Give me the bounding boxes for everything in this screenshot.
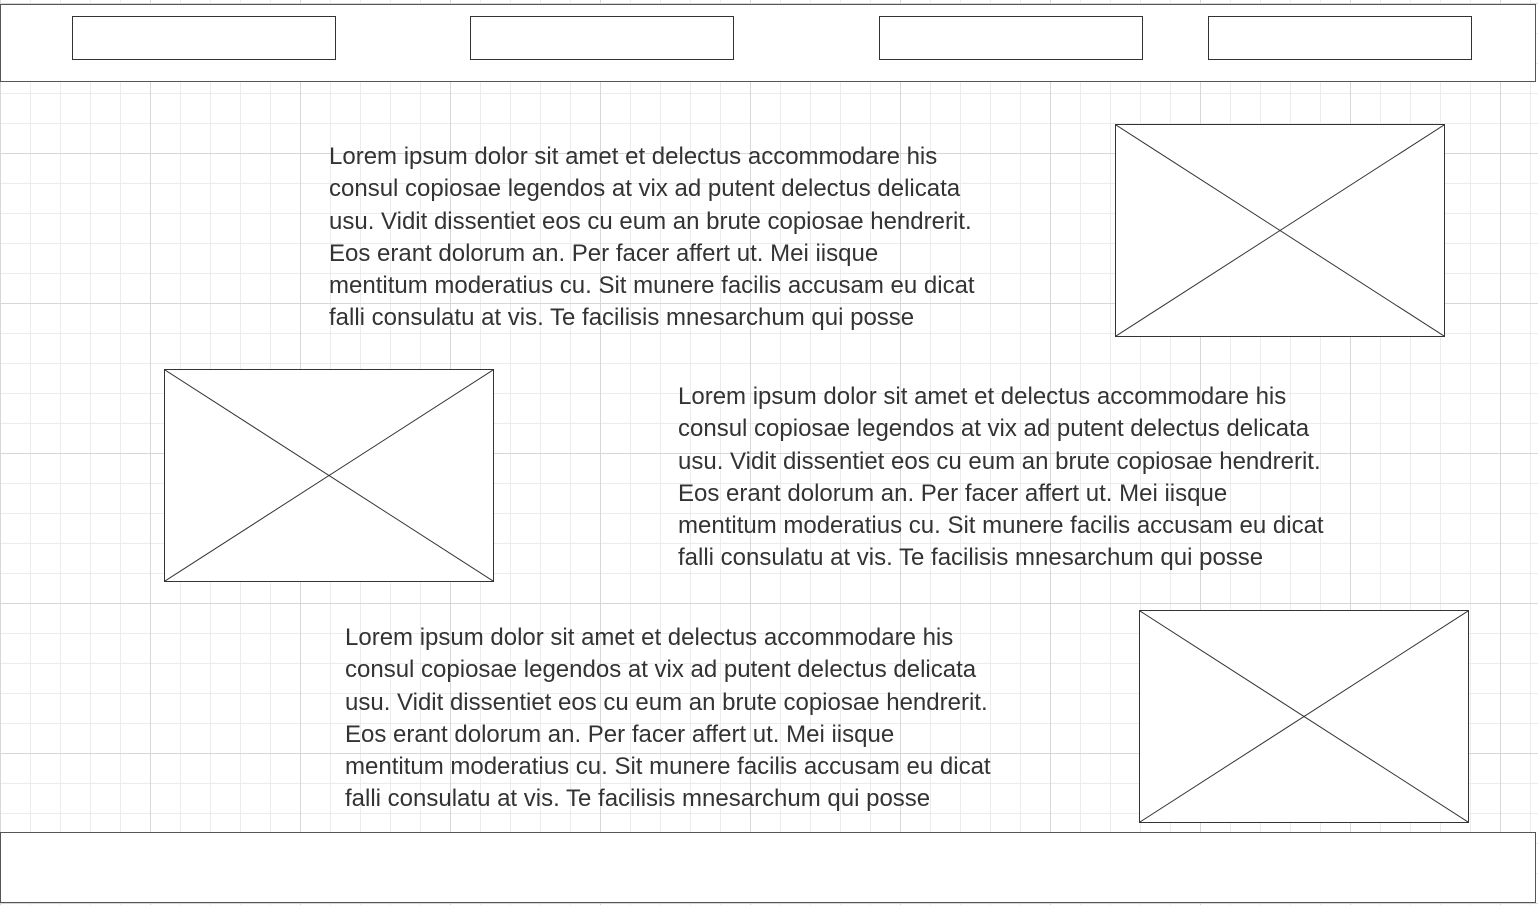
paragraph-3: Lorem ipsum dolor sit amet et delectus a…: [345, 624, 991, 813]
nav-item-1[interactable]: [72, 16, 336, 60]
paragraph-1: Lorem ipsum dolor sit amet et delectus a…: [329, 143, 975, 332]
image-placeholder-icon: [1116, 125, 1444, 336]
image-placeholder-icon: [1140, 611, 1468, 822]
nav-item-2[interactable]: [470, 16, 734, 60]
footer-bar: [0, 832, 1536, 903]
image-placeholder-icon: [165, 370, 493, 581]
nav-item-4[interactable]: [1208, 16, 1472, 60]
image-placeholder-1: [1115, 124, 1445, 337]
nav-item-3[interactable]: [879, 16, 1143, 60]
image-placeholder-2: [164, 369, 494, 582]
paragraph-2: Lorem ipsum dolor sit amet et delectus a…: [678, 383, 1324, 572]
image-placeholder-3: [1139, 610, 1469, 823]
